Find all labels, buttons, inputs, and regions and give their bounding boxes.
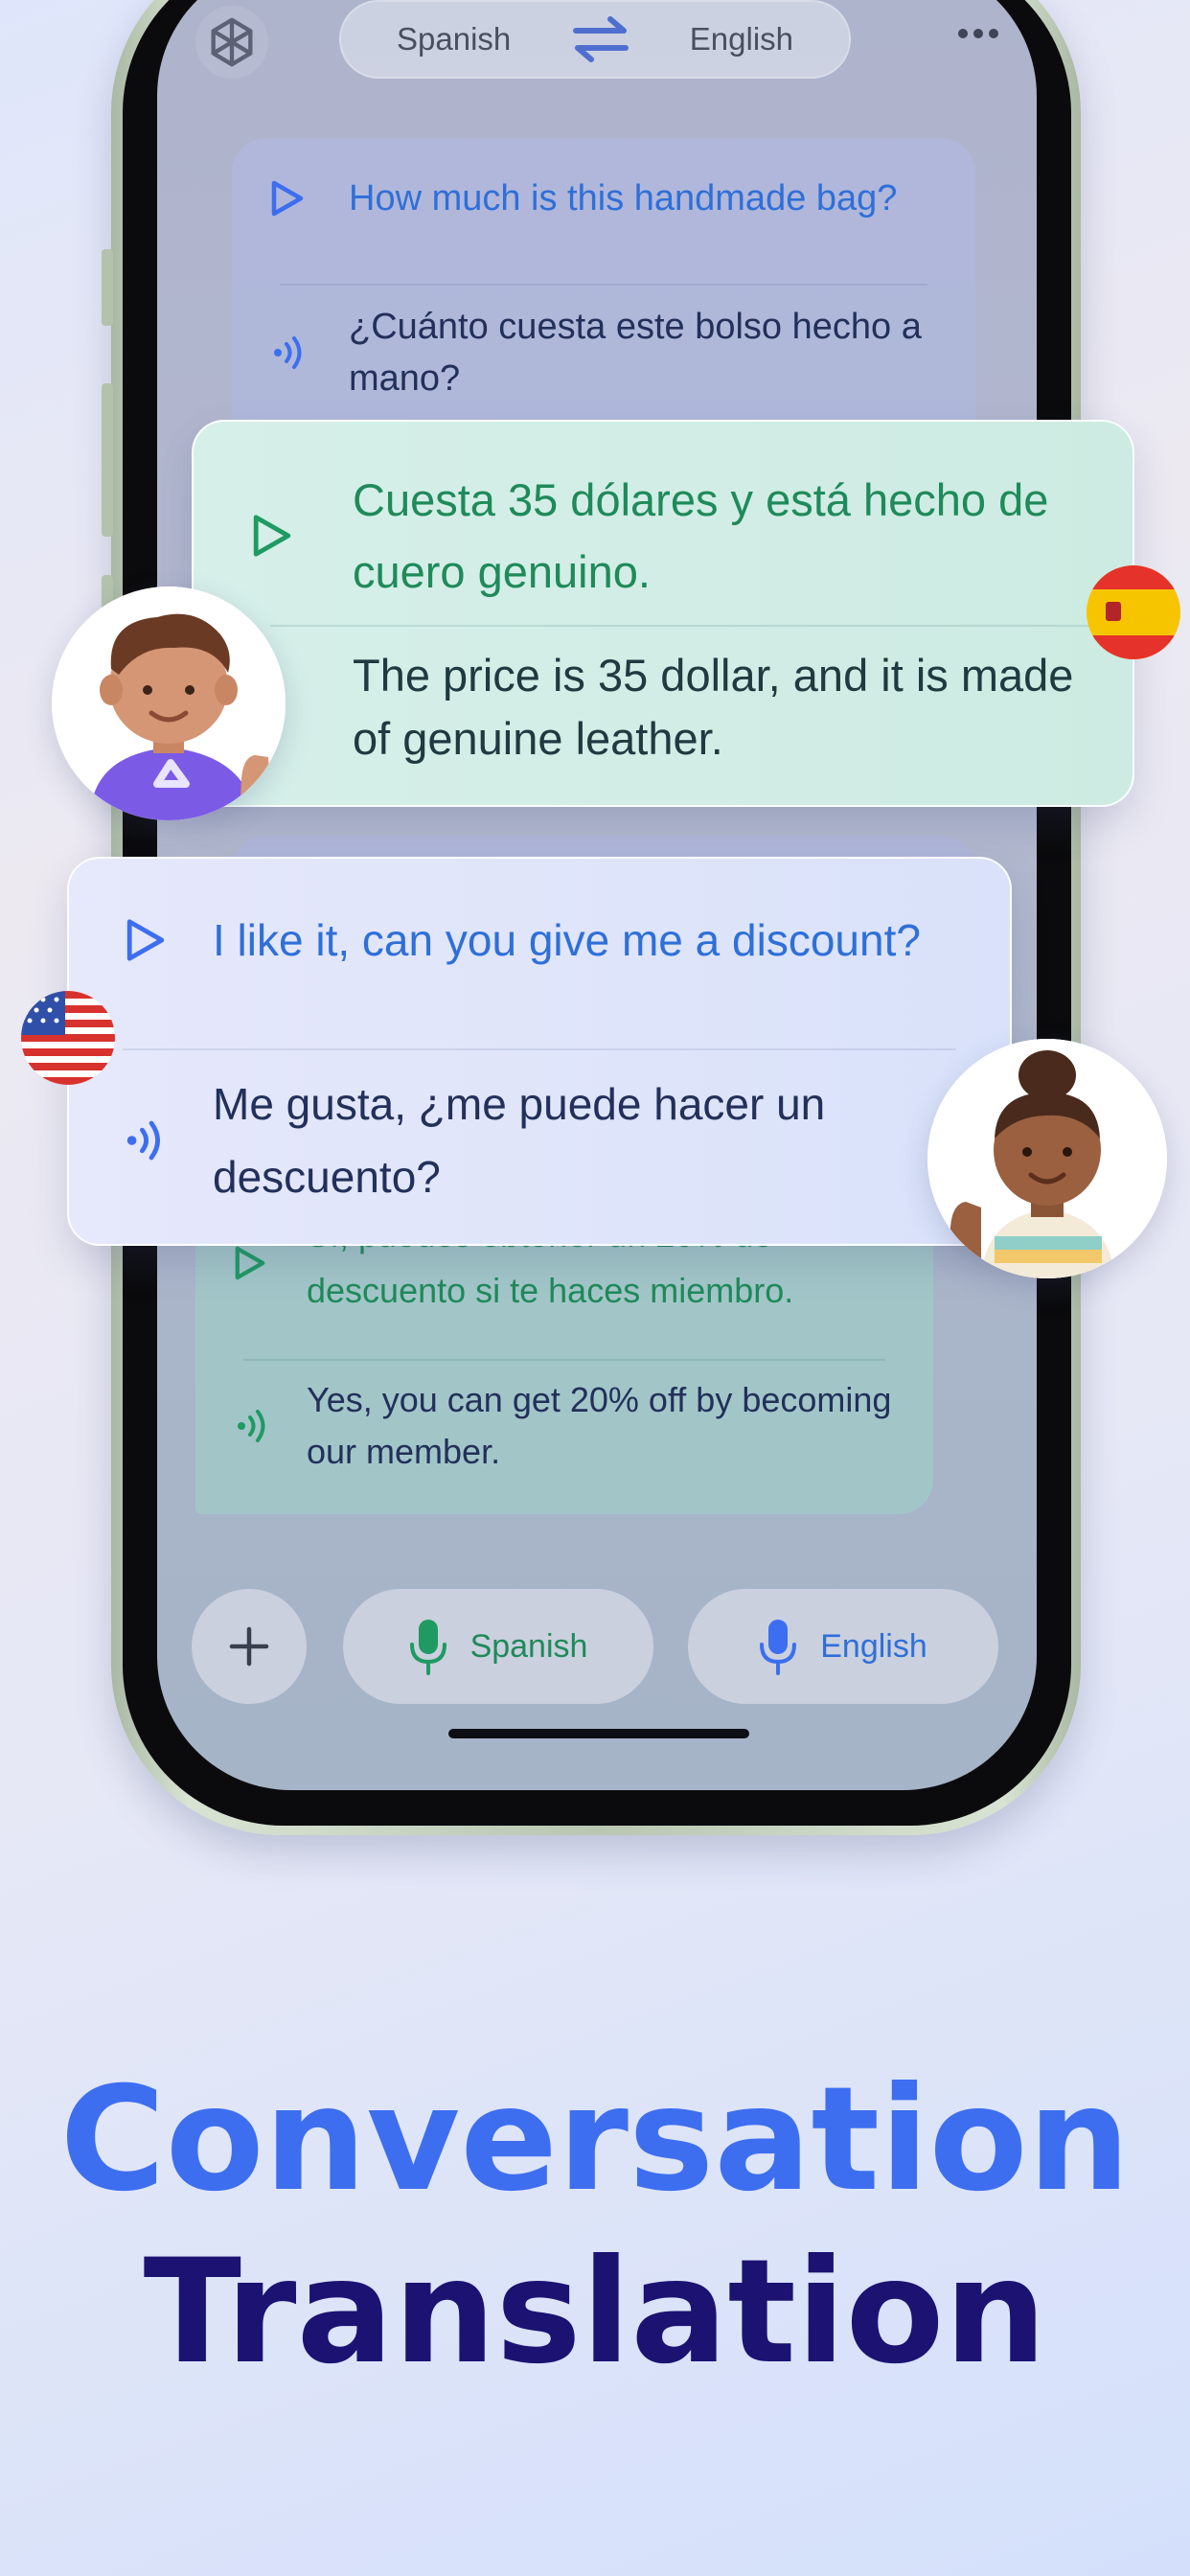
message-bubble-1: How much is this handmade bag? ¿Cuánto c… [232, 138, 975, 454]
spanish-mic-button[interactable]: Spanish [343, 1589, 653, 1704]
message-divider [270, 625, 1133, 627]
headline-line-1: Conversation [59, 2057, 1131, 2223]
message-translation-text: Yes, you can get 20% off by becoming our… [307, 1380, 892, 1471]
swap-arrows-icon[interactable] [572, 15, 629, 63]
play-icon[interactable] [234, 1245, 291, 1281]
message-card-spanish: Cuesta 35 dólares y está hecho de cuero … [192, 420, 1134, 807]
english-mic-label: English [820, 1627, 927, 1665]
message-original-text: I like it, can you give me a discount? [213, 915, 921, 965]
source-language-label[interactable]: Spanish [397, 21, 511, 58]
play-icon[interactable] [251, 513, 314, 559]
english-mic-button[interactable]: English [688, 1589, 998, 1704]
home-indicator[interactable] [448, 1729, 749, 1738]
more-dots-icon[interactable] [958, 29, 998, 38]
message-translation-text: The price is 35 dollar, and it is made o… [353, 650, 1074, 764]
spanish-mic-label: Spanish [469, 1627, 588, 1665]
play-icon[interactable] [270, 179, 328, 218]
headline-line-2: Translation [143, 2229, 1047, 2396]
message-original-text: Cuesta 35 dólares y está hecho de cuero … [353, 474, 1049, 597]
avatar-woman [927, 1039, 1167, 1278]
spain-flag-icon [1087, 565, 1180, 659]
message-divider [243, 1359, 885, 1361]
phone-side-button [102, 249, 113, 326]
message-translation-text: Me gusta, ¿me puede hacer un descuento? [213, 1079, 826, 1202]
play-icon[interactable] [125, 917, 182, 963]
message-translation-text: ¿Cuánto cuesta este bolso hecho a mano? [349, 307, 922, 399]
language-switcher[interactable]: Spanish English [339, 0, 851, 79]
message-divider [123, 1048, 956, 1050]
microphone-icon [409, 1620, 446, 1675]
speaker-wave-icon[interactable] [123, 1117, 182, 1163]
target-language-label[interactable]: English [690, 21, 793, 58]
plus-icon [229, 1626, 269, 1667]
avatar-man [52, 586, 286, 820]
microphone-icon [760, 1620, 797, 1675]
openai-logo-icon[interactable] [195, 6, 268, 79]
speaker-wave-icon[interactable] [270, 334, 328, 372]
speaker-wave-icon[interactable] [234, 1407, 291, 1445]
phone-side-button [102, 383, 113, 537]
top-bar: Spanish English [157, 0, 1037, 115]
message-original-text: How much is this handmade bag? [349, 178, 898, 218]
bottom-input-bar: Spanish English [157, 1579, 1037, 1714]
message-divider [280, 284, 927, 286]
add-button[interactable] [192, 1589, 307, 1704]
message-card-english: I like it, can you give me a discount? M… [67, 857, 1012, 1246]
usa-flag-icon [21, 991, 115, 1085]
